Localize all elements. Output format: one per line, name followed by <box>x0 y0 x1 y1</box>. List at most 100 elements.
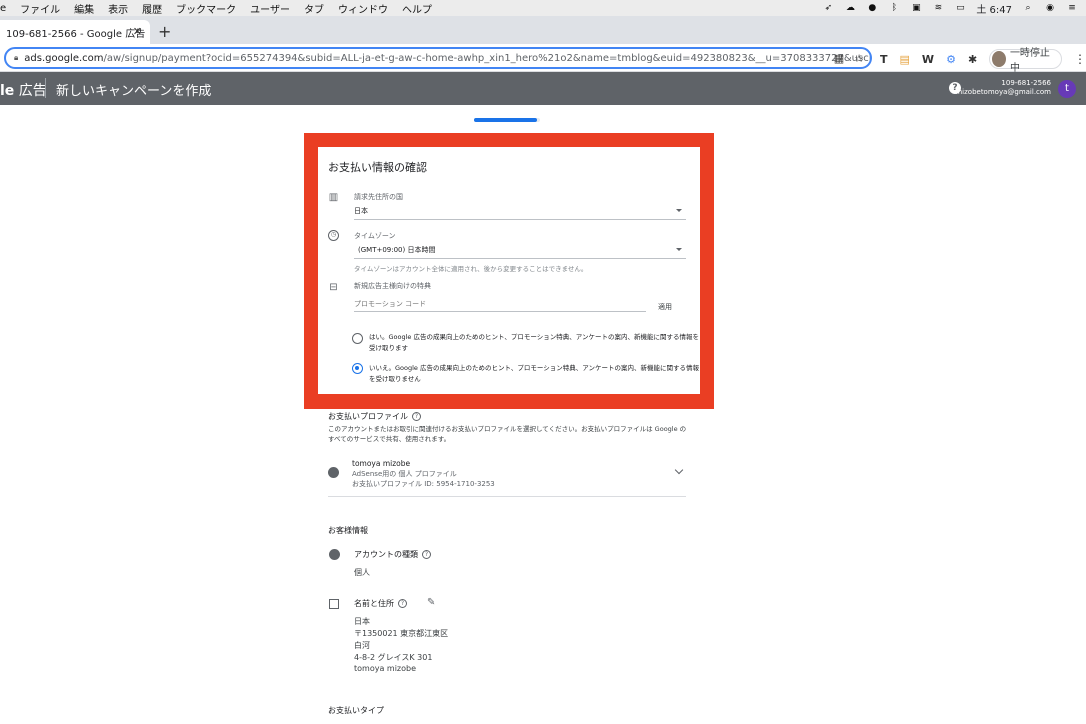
payment-profile-select[interactable]: tomoya mizobe AdSense用の 個人 プロファイル お支払いプロ… <box>328 455 686 497</box>
account-email: mizobetomoya@gmail.com <box>955 88 1051 96</box>
promo-label: 新規広告主様向けの特典 <box>354 282 431 290</box>
section-divider <box>328 496 686 497</box>
country-label: 請求先住所の国 <box>354 193 403 201</box>
timezone-label: タイムゾーン <box>354 232 396 240</box>
address-line: 白河 <box>354 641 370 650</box>
payment-confirm-title: お支払い情報の確認 <box>328 161 427 174</box>
address-line: tomoya mizobe <box>354 664 417 673</box>
ads-header: le 広告 新しいキャンペーンを作成 ? 109-681-2566 mizobe… <box>0 72 1086 105</box>
help-circle-icon[interactable]: ? <box>412 412 421 421</box>
app-status-icon[interactable]: ▣ <box>910 3 922 13</box>
hat-icon[interactable]: ● <box>866 3 878 13</box>
payment-confirm-card: お支払い情報の確認 ▥ 請求先住所の国 日本 ◷ タイムゾーン (GMT+09:… <box>318 147 700 394</box>
menu-help[interactable]: ヘルプ <box>402 1 432 16</box>
battery-icon[interactable]: ▭ <box>954 3 966 13</box>
bookmark-star-icon[interactable]: ☆ <box>854 52 864 65</box>
opt-in-yes-text[interactable]: はい。Google 広告の成果向上のためのヒント、プロモーション特典、アンケート… <box>369 332 699 354</box>
timezone-value: (GMT+09:00) 日本時間 <box>358 246 436 254</box>
menu-tab[interactable]: タブ <box>304 1 324 16</box>
payment-profile-title: お支払いプロファイル <box>328 412 408 421</box>
timezone-hint: タイムゾーンはアカウント全体に適用され、後から変更することはできません。 <box>354 265 588 273</box>
customer-info-title: お客様情報 <box>328 526 368 535</box>
qr-code-icon[interactable]: ▦ <box>834 52 844 65</box>
profile-type: AdSense用の 個人 プロファイル <box>352 470 457 478</box>
account-avatar[interactable]: t <box>1058 80 1076 98</box>
country-underline <box>354 219 686 220</box>
clock-icon: ◷ <box>328 230 339 241</box>
chevron-down-icon <box>674 465 684 475</box>
gift-icon: ⊟ <box>329 282 338 293</box>
spotlight-search-icon[interactable]: ⌕ <box>1022 3 1034 13</box>
country-value: 日本 <box>354 207 368 215</box>
help-circle-icon[interactable]: ? <box>422 550 431 559</box>
wifi-icon[interactable]: ≋ <box>932 3 944 13</box>
settings-extension-icon[interactable]: ⚙ <box>946 53 956 66</box>
payment-profile-desc: このアカウントまたはお取引に関連付けるお支払いプロファイルを選択してください。お… <box>328 425 687 443</box>
browser-tab[interactable]: 109-681-2566 - Google 広告 ✕ <box>0 20 150 44</box>
apply-button[interactable]: 適用 <box>658 302 672 312</box>
puzzle-extension-icon[interactable]: ✱ <box>968 53 977 66</box>
address-line: 〒1350021 東京都江東区 <box>354 629 449 638</box>
profile-name: tomoya mizobe <box>352 459 411 468</box>
help-circle-icon[interactable]: ? <box>398 599 407 608</box>
account-circle-icon <box>329 549 340 560</box>
page-title: 新しいキャンペーンを作成 <box>56 84 212 99</box>
siri-icon[interactable]: ◉ <box>1044 3 1056 13</box>
caret-down-icon <box>676 248 682 251</box>
text-extension-icon[interactable]: T <box>880 53 888 66</box>
close-tab-icon[interactable]: ✕ <box>133 25 142 38</box>
browser-toolbar: 🔒︎ ads.google.com/aw/signup/payment?ocid… <box>0 44 1086 74</box>
lock-icon[interactable]: 🔒︎ <box>14 53 18 63</box>
account-type-value: 個人 <box>354 568 370 577</box>
menu-window[interactable]: ウィンドウ <box>338 1 388 16</box>
timezone-underline <box>354 258 686 259</box>
profile-avatar <box>992 51 1006 67</box>
edit-pencil-icon[interactable]: ✎ <box>427 597 435 608</box>
profile-button[interactable]: 一時停止中 <box>989 48 1062 74</box>
person-icon <box>328 467 339 478</box>
account-info[interactable]: 109-681-2566 mizobetomoya@gmail.com <box>955 79 1051 97</box>
tab-title: 109-681-2566 - Google 広告 <box>6 28 146 40</box>
bluetooth-icon[interactable]: ᛒ <box>888 3 900 13</box>
name-address-heading: 名前と住所? <box>354 598 407 609</box>
customer-id: 109-681-2566 <box>1001 79 1051 87</box>
caret-down-icon <box>676 209 682 212</box>
account-type-heading: アカウントの種類? <box>354 549 431 560</box>
address-line: 日本 <box>354 617 370 626</box>
menu-user[interactable]: ユーザー <box>250 1 290 16</box>
payment-profile-heading: お支払いプロファイル? <box>328 411 421 422</box>
header-divider <box>45 78 46 98</box>
browser-menu-icon[interactable]: ⋮ <box>1074 52 1086 66</box>
new-tab-icon[interactable]: + <box>158 22 171 41</box>
menu-file[interactable]: ファイル <box>20 1 60 16</box>
timezone-select[interactable]: (GMT+09:00) 日本時間 <box>354 242 686 260</box>
map-icon: ▥ <box>328 192 339 203</box>
menu-view[interactable]: 表示 <box>108 1 128 16</box>
menu-edit[interactable]: 編集 <box>74 1 94 16</box>
account-type-label: アカウントの種類 <box>354 550 418 559</box>
name-address-label: 名前と住所 <box>354 599 394 608</box>
opt-in-no-text[interactable]: いいえ。Google 広告の成果向上のためのヒント、プロモーション特典、アンケー… <box>369 363 699 385</box>
address-line: 4-8-2 グレイスK 301 <box>354 653 433 662</box>
menu-app[interactable]: e <box>0 3 6 14</box>
grid-extension-icon[interactable]: ▤ <box>900 53 910 66</box>
progress-bar <box>474 118 540 122</box>
opt-in-no-radio[interactable] <box>352 363 363 374</box>
cloud-sync-icon[interactable]: ☁ <box>844 3 856 13</box>
progress-fill <box>474 118 537 122</box>
country-select[interactable]: 日本 <box>354 203 686 221</box>
w-extension-icon[interactable]: W <box>922 53 934 66</box>
profile-status: 一時停止中 <box>1009 48 1050 74</box>
menu-history[interactable]: 履歴 <box>142 1 162 16</box>
opt-in-yes-radio[interactable] <box>352 333 363 344</box>
building-icon <box>329 599 339 609</box>
menubar-clock[interactable]: 土 6:47 <box>976 1 1012 16</box>
address-bar[interactable]: 🔒︎ ads.google.com/aw/signup/payment?ocid… <box>4 47 872 69</box>
mac-menubar: e ファイル 編集 表示 履歴 ブックマーク ユーザー タブ ウィンドウ ヘルプ… <box>0 0 1086 16</box>
profile-id: お支払いプロファイル ID: 5954-1710-3253 <box>352 480 495 488</box>
control-center-icon[interactable]: ≡ <box>1066 3 1078 13</box>
menu-bookmarks[interactable]: ブックマーク <box>176 1 236 16</box>
google-ads-logo[interactable]: le 広告 <box>0 80 47 100</box>
promo-code-input[interactable] <box>354 296 646 312</box>
rocket-icon[interactable]: ➶ <box>822 3 834 13</box>
